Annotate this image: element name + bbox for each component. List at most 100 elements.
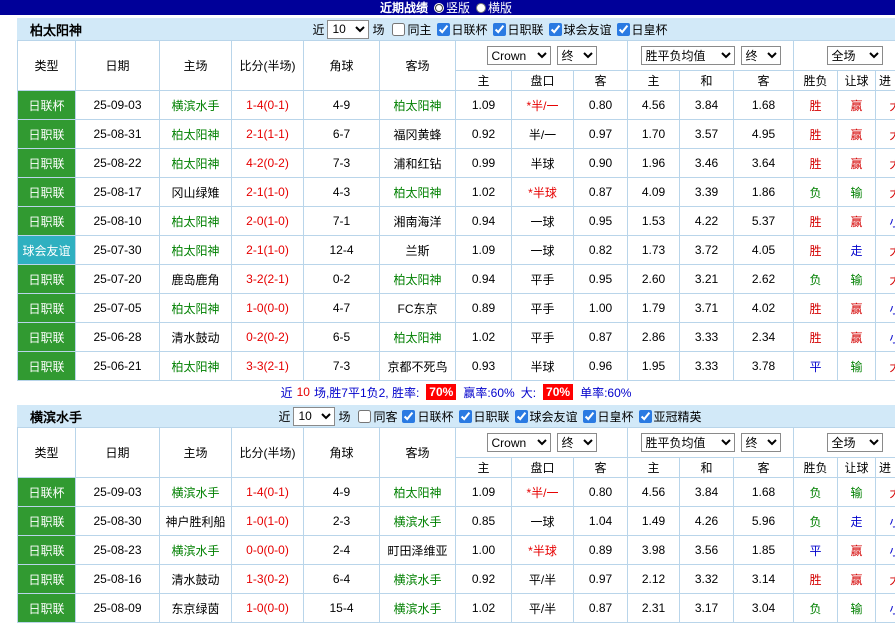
home-team[interactable]: 柏太阳神 [160,120,232,149]
filter-option[interactable]: 日联杯 [437,21,488,38]
home-team[interactable]: 神户胜利船 [160,507,232,536]
filter-checkbox[interactable] [392,23,405,36]
score[interactable]: 0-0(0-0) [232,536,304,565]
league-badge[interactable]: 日职联 [18,594,76,623]
league-badge[interactable]: 球会友谊 [18,236,76,265]
recent-count-select[interactable]: 10 [327,20,369,39]
home-team[interactable]: 冈山绿雉 [160,178,232,207]
league-badge[interactable]: 日联杯 [18,478,76,507]
league-badge[interactable]: 日职联 [18,323,76,352]
avg-final-select[interactable]: 终 [741,433,781,452]
score[interactable]: 1-0(0-0) [232,294,304,323]
away-team[interactable]: 兰斯 [380,236,456,265]
layout-radio[interactable] [476,3,486,13]
filter-checkbox[interactable] [358,410,371,423]
league-badge[interactable]: 日职联 [18,207,76,236]
avg-home-odds: 2.12 [628,565,680,594]
score[interactable]: 0-2(0-2) [232,323,304,352]
league-badge[interactable]: 日职联 [18,120,76,149]
filter-option[interactable]: 同客 [358,408,397,425]
home-team[interactable]: 东京绿茵 [160,594,232,623]
filter-option[interactable]: 日皇杯 [583,408,634,425]
away-team[interactable]: 横滨水手 [380,507,456,536]
recent-count-select[interactable]: 10 [293,407,335,426]
filter-option[interactable]: 日职联 [493,21,544,38]
home-team[interactable]: 柏太阳神 [160,207,232,236]
filter-option[interactable]: 日联杯 [402,408,453,425]
filter-option[interactable]: 球会友谊 [515,408,578,425]
league-badge[interactable]: 日职联 [18,565,76,594]
away-team[interactable]: 福冈黄蜂 [380,120,456,149]
home-team[interactable]: 柏太阳神 [160,352,232,381]
league-badge[interactable]: 日职联 [18,265,76,294]
scope-select[interactable]: 全场 [827,46,883,65]
filter-checkbox[interactable] [493,23,506,36]
away-team[interactable]: 横滨水手 [380,594,456,623]
away-team[interactable]: 柏太阳神 [380,478,456,507]
home-team[interactable]: 横滨水手 [160,478,232,507]
filter-option[interactable]: 日职联 [459,408,510,425]
away-team[interactable]: 柏太阳神 [380,265,456,294]
layout-option[interactable]: 竖版 [434,0,470,16]
league-badge[interactable]: 日职联 [18,536,76,565]
filter-option[interactable]: 日皇杯 [617,21,668,38]
filter-checkbox[interactable] [583,410,596,423]
away-team[interactable]: 柏太阳神 [380,323,456,352]
away-team[interactable]: FC东京 [380,294,456,323]
away-team[interactable]: 湘南海洋 [380,207,456,236]
away-team[interactable]: 浦和红钻 [380,149,456,178]
filter-checkbox[interactable] [402,410,415,423]
odds-company-select[interactable]: Crown [487,433,551,452]
league-badge[interactable]: 日职联 [18,149,76,178]
odds-final-select[interactable]: 终 [557,433,597,452]
away-team[interactable]: 柏太阳神 [380,178,456,207]
league-badge[interactable]: 日职联 [18,178,76,207]
score[interactable]: 2-0(1-0) [232,207,304,236]
home-team[interactable]: 柏太阳神 [160,149,232,178]
avg-type-select[interactable]: 胜平负均值 [641,433,735,452]
filter-checkbox[interactable] [639,410,652,423]
filter-checkbox[interactable] [459,410,472,423]
avg-final-select[interactable]: 终 [741,46,781,65]
home-team[interactable]: 鹿岛鹿角 [160,265,232,294]
score[interactable]: 2-1(1-1) [232,120,304,149]
avg-draw-odds: 3.33 [680,323,734,352]
away-team[interactable]: 柏太阳神 [380,91,456,120]
odds-company-select[interactable]: Crown [487,46,551,65]
filter-checkbox[interactable] [437,23,450,36]
home-team[interactable]: 清水鼓动 [160,565,232,594]
home-team[interactable]: 柏太阳神 [160,236,232,265]
layout-radio[interactable] [434,3,444,13]
odds-final-select[interactable]: 终 [557,46,597,65]
home-team[interactable]: 清水鼓动 [160,323,232,352]
avg-type-select[interactable]: 胜平负均值 [641,46,735,65]
league-badge[interactable]: 日职联 [18,352,76,381]
away-team[interactable]: 横滨水手 [380,565,456,594]
league-badge[interactable]: 日联杯 [18,91,76,120]
filter-checkbox[interactable] [549,23,562,36]
score[interactable]: 1-4(0-1) [232,478,304,507]
filter-option[interactable]: 球会友谊 [549,21,612,38]
league-badge[interactable]: 日职联 [18,507,76,536]
home-team[interactable]: 横滨水手 [160,536,232,565]
away-team[interactable]: 京都不死鸟 [380,352,456,381]
score[interactable]: 4-2(0-2) [232,149,304,178]
scope-select[interactable]: 全场 [827,433,883,452]
score[interactable]: 2-1(1-0) [232,178,304,207]
filter-checkbox[interactable] [515,410,528,423]
filter-option[interactable]: 亚冠精英 [639,408,702,425]
score[interactable]: 3-3(2-1) [232,352,304,381]
score[interactable]: 3-2(2-1) [232,265,304,294]
score[interactable]: 1-3(0-2) [232,565,304,594]
score[interactable]: 1-4(0-1) [232,91,304,120]
layout-option[interactable]: 横版 [476,0,512,16]
away-team[interactable]: 町田泽维亚 [380,536,456,565]
score[interactable]: 2-1(1-0) [232,236,304,265]
filter-checkbox[interactable] [617,23,630,36]
score[interactable]: 1-0(0-0) [232,594,304,623]
score[interactable]: 1-0(1-0) [232,507,304,536]
league-badge[interactable]: 日职联 [18,294,76,323]
home-team[interactable]: 柏太阳神 [160,294,232,323]
home-team[interactable]: 横滨水手 [160,91,232,120]
filter-option[interactable]: 同主 [392,21,431,38]
